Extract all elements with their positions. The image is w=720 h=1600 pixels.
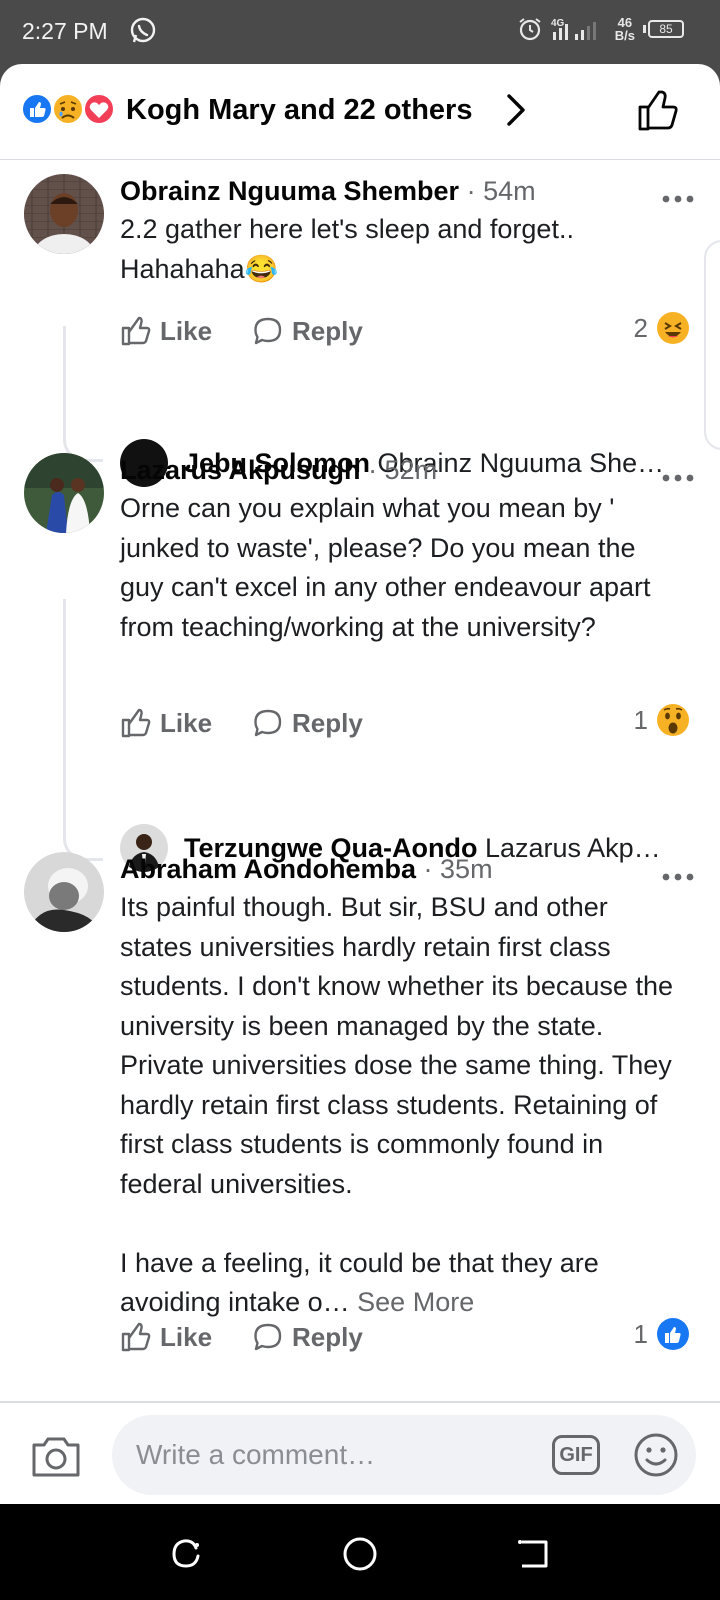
wow-reaction-icon [657, 704, 689, 736]
home-icon[interactable] [340, 1534, 380, 1574]
comment-text: 2.2 gather here let's sleep and forget..… [120, 214, 582, 284]
comment-bubble-icon [254, 709, 282, 737]
comment-time: · 35m [423, 854, 493, 884]
love-reaction-icon [83, 93, 115, 125]
reactions-header[interactable]: Kogh Mary and 22 others [0, 64, 720, 160]
status-bar: 2:27 PM 4G 46 B/s 85 [0, 0, 720, 64]
like-button[interactable]: Like [120, 315, 252, 347]
chevron-right-icon[interactable] [503, 92, 529, 128]
camera-icon[interactable] [30, 1433, 82, 1479]
comment-text: Orne can you explain what you mean by ' … [120, 493, 659, 642]
avatar[interactable] [24, 453, 104, 533]
signal-icon: 4G [551, 18, 596, 40]
comment-bubble-icon [254, 1323, 282, 1351]
alarm-icon [519, 18, 541, 41]
sad-reaction-icon [52, 93, 84, 125]
reply-button[interactable]: Reply [252, 707, 363, 739]
comment-actions: Like Reply 1 [120, 1317, 690, 1357]
comment-input-box[interactable]: GIF [112, 1415, 696, 1495]
like-reaction-icon [21, 93, 53, 125]
comment-2: Lazarus Akpusugh · 52m Orne can you expl… [0, 451, 720, 872]
comment-composer: GIF [0, 1401, 720, 1504]
gif-button[interactable]: GIF [552, 1435, 600, 1475]
reaction-count[interactable]: 2 [634, 311, 690, 345]
svg-text:4G: 4G [551, 18, 565, 29]
network-speed: 46 B/s [614, 15, 635, 43]
comment-text: Its painful though. But sir, BSU and oth… [120, 892, 673, 1317]
comment-actions: Like Reply 2 [120, 311, 690, 351]
recents-icon[interactable] [166, 1534, 206, 1574]
comment-time: · 54m [466, 176, 536, 206]
comment-author[interactable]: Obrainz Nguuma Shember [120, 176, 459, 206]
more-options-icon[interactable] [662, 872, 694, 882]
reaction-icons [21, 93, 115, 125]
like-icon [121, 1322, 151, 1352]
avatar[interactable] [24, 852, 104, 932]
reply-button[interactable]: Reply [252, 315, 363, 347]
comment-3: Abraham Aondohemba · 35m Its painful tho… [0, 850, 720, 1410]
reaction-count[interactable]: 1 [634, 1317, 690, 1351]
back-icon[interactable] [514, 1534, 554, 1574]
like-reaction-icon [657, 1318, 689, 1350]
like-icon [121, 708, 151, 738]
comments-sheet: Kogh Mary and 22 others Obrainz Nguuma S… [0, 64, 720, 1504]
thread-line [63, 599, 103, 861]
like-icon [121, 316, 151, 346]
like-icon[interactable] [636, 88, 682, 134]
comment-bubble-icon [254, 317, 282, 345]
battery-icon: 85 [643, 20, 684, 38]
comment-input[interactable] [136, 1431, 516, 1479]
more-options-icon[interactable] [662, 473, 694, 483]
status-right: 4G 46 B/s 85 [517, 16, 684, 42]
whatsapp-icon [130, 17, 156, 43]
comment-actions: Like Reply 1 [120, 703, 690, 743]
emoji-icon[interactable] [632, 1431, 680, 1479]
system-nav-bar [0, 1504, 720, 1600]
reaction-count[interactable]: 1 [634, 703, 690, 737]
thread-line [63, 326, 103, 462]
status-time: 2:27 PM [22, 18, 108, 44]
reply-button[interactable]: Reply [252, 1321, 363, 1353]
reactions-summary[interactable]: Kogh Mary and 22 others [126, 94, 472, 127]
comment-author[interactable]: Abraham Aondohemba [120, 854, 416, 884]
comment-author[interactable]: Lazarus Akpusugh [120, 455, 361, 485]
see-more-link[interactable]: See More [357, 1287, 474, 1317]
laughing-reaction-icon [657, 312, 689, 344]
avatar[interactable] [24, 174, 104, 254]
like-button[interactable]: Like [120, 1321, 252, 1353]
like-button[interactable]: Like [120, 707, 252, 739]
more-options-icon[interactable] [662, 194, 694, 204]
comment-time: · 52m [368, 455, 438, 485]
